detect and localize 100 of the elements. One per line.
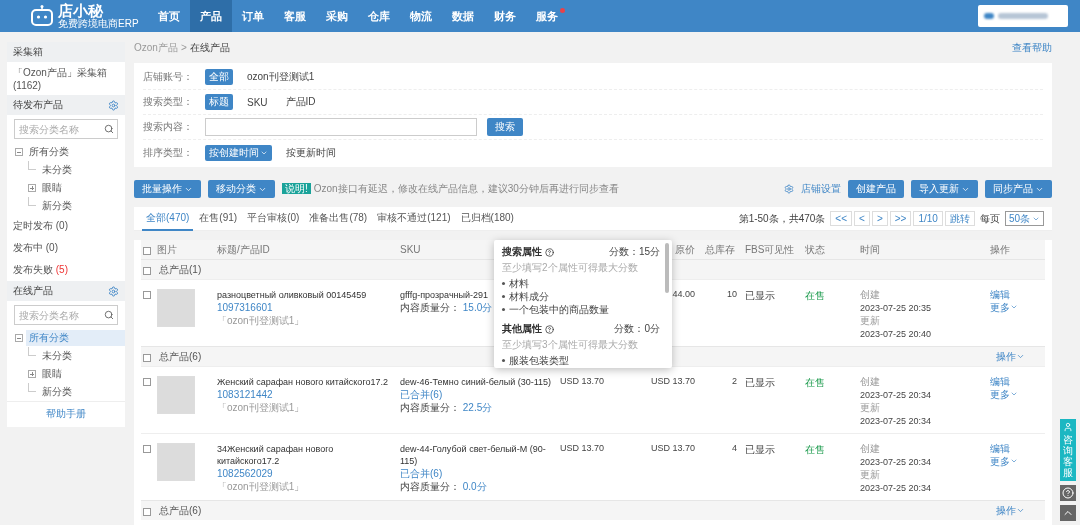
filter-option[interactable]: 全部	[205, 69, 233, 85]
sidebar-item[interactable]: 「Ozon产品」采集箱 (1162)	[7, 62, 125, 95]
page-nav-button[interactable]: >>	[889, 211, 912, 226]
row-action-link[interactable]: 编辑	[990, 376, 1010, 388]
filter-option[interactable]: 按创建时间	[205, 144, 272, 161]
status-tab[interactable]: 在售(91)	[195, 206, 242, 231]
filter-label: 店铺账号：	[143, 70, 194, 84]
page-nav-button[interactable]: <	[854, 211, 870, 226]
page-nav-button[interactable]: <<	[830, 211, 853, 226]
tree-item[interactable]: 眼睛	[39, 366, 125, 382]
created-time: 2023-07-25 20:34	[860, 456, 932, 468]
action-button[interactable]: 创建产品	[848, 180, 904, 198]
sidebar-item[interactable]: 发布失败 (5)	[7, 259, 125, 281]
quality-value-link[interactable]: 22.5分	[462, 402, 493, 413]
group-action-link[interactable]: 操作	[996, 349, 1025, 364]
nav-item[interactable]: 财务	[484, 0, 526, 32]
nav-item[interactable]: 订单	[232, 0, 274, 32]
updated-label: 更新	[860, 402, 880, 414]
collapse-icon[interactable]	[15, 334, 23, 342]
row-checkbox[interactable]	[143, 291, 151, 299]
user-account[interactable]	[978, 5, 1068, 27]
filter-option[interactable]: 按更新时间	[282, 144, 340, 161]
sidebar-item[interactable]: 定时发布 (0)	[7, 215, 125, 237]
consult-service-button[interactable]: 咨询客服	[1060, 419, 1076, 481]
jump-button[interactable]: 跳转	[944, 211, 975, 226]
filter-option[interactable]: ozon刊登测试1	[243, 69, 319, 85]
nav-item[interactable]: 采购	[316, 0, 358, 32]
nav-item[interactable]: 客服	[274, 0, 316, 32]
tree-item[interactable]: 未分类	[39, 348, 125, 364]
tree-item[interactable]: 新分类	[39, 198, 125, 214]
expand-icon[interactable]	[28, 370, 36, 378]
page-nav-button[interactable]: >	[871, 211, 888, 226]
shop-settings-link[interactable]: 店铺设置	[801, 182, 841, 196]
select-all-checkbox[interactable]	[143, 246, 151, 255]
column-header: 操作	[990, 242, 1010, 257]
nav-item[interactable]: 仓库	[358, 0, 400, 32]
filter-label: 排序类型：	[143, 145, 194, 160]
filter-option[interactable]: 标题	[205, 94, 233, 110]
tree-item[interactable]: 未分类	[39, 162, 125, 178]
merged-link[interactable]: 已合并(6)	[400, 389, 443, 401]
category-search-field[interactable]: 搜索分类名称	[14, 305, 118, 325]
filter-option[interactable]: SKU	[243, 95, 272, 109]
product-id-link[interactable]: 1082562029	[217, 468, 273, 480]
merged-link[interactable]: 已合并(6)	[400, 468, 443, 480]
group-checkbox[interactable]	[143, 507, 151, 516]
caret-icon	[1010, 390, 1018, 398]
row-checkbox[interactable]	[143, 445, 151, 453]
settings-icon[interactable]	[108, 99, 119, 111]
collapse-icon[interactable]	[15, 148, 23, 156]
help-button[interactable]	[1060, 485, 1076, 501]
expand-icon[interactable]	[28, 184, 36, 192]
product-id-link[interactable]: 1083121442	[217, 389, 273, 401]
nav-item[interactable]: 物流	[400, 0, 442, 32]
scroll-top-button[interactable]	[1060, 505, 1076, 521]
status-tab[interactable]: 准备出售(78)	[305, 206, 372, 231]
filter-option[interactable]: 产品ID	[281, 94, 320, 110]
status-tab[interactable]: 全部(470)	[142, 206, 194, 231]
tree-item[interactable]: 所有分类	[26, 144, 125, 160]
dropdown-button[interactable]: 移动分类	[208, 180, 275, 198]
sidebar-item[interactable]: 发布中 (0)	[7, 237, 125, 259]
group-checkbox[interactable]	[143, 266, 151, 275]
group-checkbox[interactable]	[143, 353, 151, 362]
quality-value-link[interactable]: 0.0分	[462, 481, 487, 492]
search-button[interactable]: 搜索	[487, 118, 523, 136]
per-page-select[interactable]: 50条	[1004, 211, 1044, 226]
sku-text: gfffg-прозрачный-291	[400, 289, 489, 301]
row-action-link[interactable]: 更多	[990, 456, 1018, 468]
tree-item[interactable]: 所有分类	[26, 330, 125, 346]
product-id-link[interactable]: 1097316601	[217, 302, 273, 314]
tree-item[interactable]: 眼睛	[39, 180, 125, 196]
status-tab[interactable]: 审核不通过(121)	[373, 206, 455, 231]
search-input[interactable]	[205, 118, 477, 136]
dropdown-button[interactable]: 批量操作	[134, 180, 201, 198]
category-search-field[interactable]: 搜索分类名称	[14, 119, 118, 139]
quality-value-link[interactable]: 15.0分	[462, 302, 493, 313]
help-manual-link[interactable]: 帮助手册	[7, 401, 125, 427]
tree-item[interactable]: 新分类	[39, 384, 125, 400]
settings-icon[interactable]	[108, 285, 119, 297]
action-button[interactable]: 导入更新	[911, 180, 978, 198]
row-action-link[interactable]: 编辑	[990, 289, 1010, 301]
breadcrumb-item[interactable]: Ozon产品	[134, 42, 178, 53]
action-button[interactable]: 同步产品	[985, 180, 1052, 198]
filter-label: 搜索内容：	[143, 120, 194, 134]
column-header: FBS可见性	[745, 242, 795, 257]
nav-item[interactable]: 首页	[148, 0, 190, 32]
row-checkbox[interactable]	[143, 378, 151, 386]
nav-item[interactable]: 数据	[442, 0, 484, 32]
nav-item[interactable]: 产品	[190, 0, 232, 32]
search-icon	[104, 310, 114, 320]
nav-item[interactable]: 服务	[526, 0, 568, 32]
group-action-link[interactable]: 操作	[996, 503, 1025, 518]
settings-icon	[784, 184, 794, 194]
page-indicator[interactable]: 1/10	[913, 211, 943, 226]
help-link[interactable]: 查看帮助	[1012, 41, 1052, 55]
status-tab[interactable]: 已归档(180)	[456, 206, 518, 231]
row-action-link[interactable]: 编辑	[990, 443, 1010, 455]
row-action-link[interactable]: 更多	[990, 389, 1018, 401]
original-price: USD 13.70	[650, 376, 695, 386]
status-tab[interactable]: 平台审核(0)	[243, 206, 304, 231]
row-action-link[interactable]: 更多	[990, 302, 1018, 314]
